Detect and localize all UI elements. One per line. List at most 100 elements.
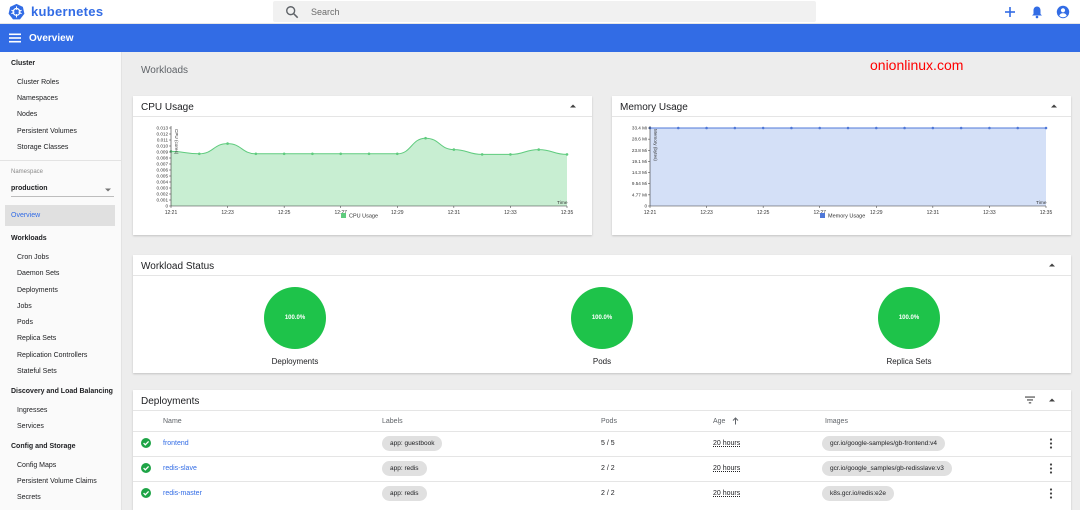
status-deployments[interactable]: 100.0% Deployments: [235, 287, 355, 366]
sidebar-item-daemon-sets[interactable]: Daemon Sets: [17, 270, 59, 277]
search-input[interactable]: [311, 6, 791, 17]
y-tick-label: 28.6 Mi: [632, 137, 647, 142]
data-point: [424, 136, 427, 140]
y-tick-label: 0.003: [157, 186, 169, 191]
add-icon[interactable]: [1003, 5, 1017, 19]
account-icon[interactable]: [1056, 5, 1070, 19]
sidebar-item-persistent-volumes[interactable]: Persistent Volumes: [17, 128, 77, 135]
notifications-bell-icon[interactable]: [1030, 5, 1044, 19]
sidebar-section-config-storage[interactable]: Config and Storage: [11, 443, 76, 450]
sidebar-item-deployments[interactable]: Deployments: [17, 287, 58, 294]
sidebar-item-secrets[interactable]: Secrets: [17, 494, 41, 501]
sidebar-item-nodes[interactable]: Nodes: [17, 111, 37, 118]
data-point: [537, 148, 541, 151]
deployment-name-link[interactable]: redis-slave: [163, 465, 197, 472]
top-bar: kubernetes: [0, 0, 1080, 24]
series-area: [650, 128, 1046, 206]
data-point: [790, 126, 793, 130]
sidebar-item-persistent-volume-claims[interactable]: Persistent Volume Claims: [17, 478, 97, 485]
sidebar-section-cluster[interactable]: Cluster: [11, 60, 35, 67]
sort-arrow-up-icon[interactable]: [732, 417, 739, 425]
collapse-icon[interactable]: [1048, 261, 1056, 269]
collapse-icon[interactable]: [1048, 396, 1056, 404]
sidebar-section-workloads[interactable]: Workloads: [11, 235, 47, 242]
y-tick-label: 0.010: [157, 144, 169, 149]
filter-icon[interactable]: [1025, 396, 1035, 404]
deployment-name-link[interactable]: redis-master: [163, 490, 202, 497]
age-value: 20 hours: [713, 440, 741, 447]
data-point: [282, 152, 286, 156]
namespace-select[interactable]: production: [11, 185, 114, 197]
x-tick-label: 12:23: [700, 210, 713, 216]
deployments-title: Deployments: [141, 396, 200, 407]
x-tick-label: 12:29: [870, 210, 883, 216]
collapse-icon[interactable]: [569, 102, 577, 110]
status-label: Pods: [592, 357, 612, 366]
more-vert-icon[interactable]: [1048, 463, 1054, 474]
y-tick-label: 0: [165, 204, 168, 209]
sidebar-item-replication-controllers[interactable]: Replication Controllers: [17, 352, 87, 359]
column-header-age[interactable]: Age: [713, 418, 725, 425]
y-tick-label: 0.005: [157, 174, 169, 179]
status-donut: 100.0%: [571, 287, 633, 349]
sidebar-item-cluster-roles[interactable]: Cluster Roles: [17, 79, 59, 86]
status-percent: 100.0%: [284, 315, 306, 321]
x-tick-label: 12:21: [165, 210, 178, 216]
sidebar-item-overview[interactable]: Overview: [5, 205, 115, 226]
column-header-name[interactable]: Name: [163, 418, 182, 425]
more-vert-icon[interactable]: [1048, 438, 1054, 449]
card-header-divider: [133, 275, 1071, 276]
y-tick-label: 0.001: [157, 198, 169, 203]
watermark-text: onionlinux.com: [870, 57, 964, 73]
x-tick-label: 12:31: [448, 210, 461, 216]
legend-label: Memory Usage: [828, 214, 865, 220]
app-name: kubernetes: [31, 4, 104, 19]
data-point: [676, 126, 680, 130]
sidebar-item-namespaces[interactable]: Namespaces: [17, 95, 58, 102]
label-chip: app: redis: [382, 461, 427, 476]
sidebar-item-config-maps[interactable]: Config Maps: [17, 462, 56, 469]
status-donut: 100.0%: [878, 287, 940, 349]
y-tick-label: 0.013: [157, 126, 169, 131]
status-ok-icon: [141, 463, 151, 473]
card-header-divider: [612, 116, 1071, 117]
sidebar-section-discovery[interactable]: Discovery and Load Balancing: [11, 388, 113, 395]
row-divider: [133, 481, 1071, 482]
sidebar-item-pods[interactable]: Pods: [17, 319, 33, 326]
y-tick-label: 14.3 Mi: [632, 170, 647, 175]
x-tick-label: 12:29: [391, 210, 404, 216]
data-point: [1016, 126, 1020, 130]
collapse-icon[interactable]: [1050, 102, 1058, 110]
card-header-divider: [133, 116, 592, 117]
sidebar-item-ingresses[interactable]: Ingresses: [17, 407, 47, 414]
label-chip: app: guestbook: [382, 436, 443, 451]
status-percent: 100.0%: [898, 315, 920, 321]
workload-status-card: Workload Status 100.0% Deployments 100.0…: [133, 255, 1071, 373]
data-point: [311, 152, 314, 156]
deployment-name-link[interactable]: frontend: [163, 440, 189, 447]
sidebar-item-jobs[interactable]: Jobs: [17, 303, 32, 310]
hamburger-menu-icon[interactable]: [9, 32, 21, 44]
data-point: [339, 152, 343, 156]
sidebar-item-replica-sets[interactable]: Replica Sets: [17, 335, 56, 342]
data-point: [367, 152, 371, 156]
sidebar: Cluster Cluster Roles Namespaces Nodes P…: [0, 52, 122, 510]
data-point: [395, 152, 399, 156]
sidebar-item-cron-jobs[interactable]: Cron Jobs: [17, 254, 49, 261]
more-vert-icon[interactable]: [1048, 488, 1054, 499]
x-tick-label: 12:25: [757, 210, 770, 216]
kubernetes-logo[interactable]: kubernetes: [8, 3, 103, 20]
chevron-down-icon: [105, 188, 111, 192]
cpu-usage-title: CPU Usage: [141, 102, 194, 113]
sidebar-item-storage-classes[interactable]: Storage Classes: [17, 144, 68, 151]
data-point: [903, 126, 906, 130]
image-chip: gcr.io/google_samples/gb-redisslave:v3: [822, 461, 952, 476]
sidebar-item-services[interactable]: Services: [17, 423, 44, 430]
series-area: [171, 138, 567, 206]
status-pods[interactable]: 100.0% Pods: [542, 287, 662, 366]
sidebar-item-stateful-sets[interactable]: Stateful Sets: [17, 368, 57, 375]
search-bar[interactable]: [273, 1, 816, 22]
workload-status-title: Workload Status: [141, 261, 215, 272]
status-replica-sets[interactable]: 100.0% Replica Sets: [849, 287, 969, 366]
y-tick-label: 0.002: [157, 192, 169, 197]
